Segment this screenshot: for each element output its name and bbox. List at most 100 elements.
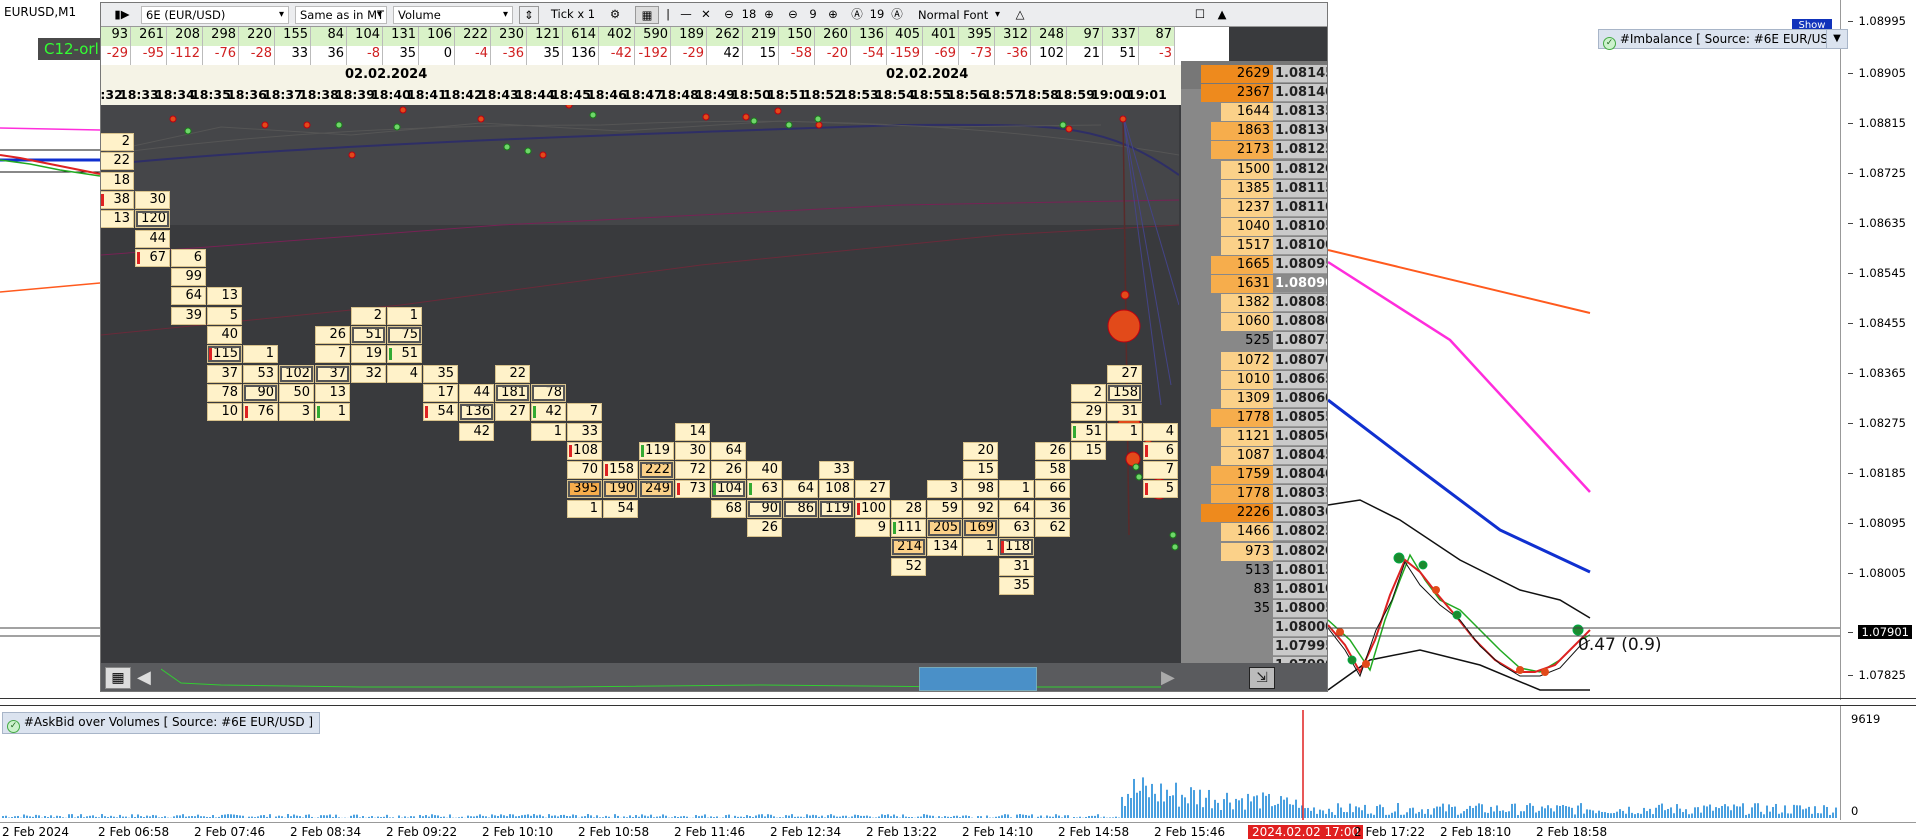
footprint-cell[interactable]: 1: [315, 403, 350, 422]
chart-type-icon[interactable]: ▦: [635, 6, 659, 24]
footprint-cell[interactable]: 214: [891, 538, 926, 557]
footprint-cell[interactable]: 44: [135, 229, 170, 248]
scroll-right-icon[interactable]: ▶: [1161, 667, 1175, 688]
tick-select[interactable]: Tick x 1: [545, 6, 601, 24]
footprint-cell[interactable]: 3: [279, 403, 314, 422]
footprint-cell[interactable]: 10: [207, 403, 242, 422]
footprint-cell[interactable]: 90: [243, 383, 278, 402]
dom-row[interactable]: 831.08010: [1181, 580, 1327, 600]
footprint-cell[interactable]: 64: [999, 499, 1034, 518]
footprint-cell[interactable]: 190: [603, 480, 638, 499]
step2-value[interactable]: 9: [803, 6, 823, 24]
dom-row[interactable]: 9731.08020: [1181, 542, 1327, 562]
footprint-cell[interactable]: 7: [1143, 461, 1178, 480]
footprint-cell[interactable]: 78: [207, 383, 242, 402]
footprint-cell[interactable]: 40: [747, 461, 782, 480]
footprint-cell[interactable]: 1: [567, 499, 602, 518]
dom-row[interactable]: 1.07995: [1181, 638, 1327, 657]
footprint-cell[interactable]: 70: [567, 461, 602, 480]
footprint-cell[interactable]: 22: [101, 152, 134, 171]
dom-row[interactable]: 16651.08095: [1181, 256, 1327, 275]
footprint-cell[interactable]: 67: [135, 248, 170, 267]
footprint-cell[interactable]: 26: [1035, 441, 1070, 460]
footprint-cell[interactable]: 52: [891, 557, 926, 576]
footprint-cell[interactable]: 58: [1035, 461, 1070, 480]
dom-row[interactable]: 5131.08015: [1181, 561, 1327, 581]
instrument-select[interactable]: 6E (EUR/USD): [141, 6, 289, 24]
footprint-cell[interactable]: 1: [963, 538, 998, 557]
dom-row[interactable]: 10101.08065: [1181, 370, 1327, 390]
footprint-cell[interactable]: 59: [927, 499, 962, 518]
dom-row[interactable]: 1.08000: [1181, 618, 1327, 638]
expand-icon[interactable]: ⇲: [1249, 667, 1275, 689]
footprint-cell[interactable]: 38: [101, 190, 134, 209]
footprint-cell[interactable]: 18: [101, 171, 134, 190]
footprint-cell[interactable]: 15: [963, 461, 998, 480]
footprint-cell[interactable]: 7: [315, 345, 350, 364]
footprint-cell[interactable]: 136: [459, 403, 494, 422]
footprint-cell[interactable]: 51: [387, 345, 422, 364]
footprint-cell[interactable]: 108: [819, 480, 854, 499]
footprint-cell[interactable]: 1: [999, 480, 1034, 499]
footprint-cell[interactable]: 1: [387, 306, 422, 325]
footprint-cell[interactable]: 68: [711, 499, 746, 518]
font-size-value[interactable]: 19: [867, 6, 887, 24]
footprint-cell[interactable]: 104: [711, 480, 746, 499]
footprint-cell[interactable]: 26: [747, 519, 782, 537]
dom-row[interactable]: 17781.08035: [1181, 485, 1327, 504]
footprint-cell[interactable]: 27: [855, 480, 890, 499]
footprint-cell[interactable]: 395: [567, 480, 602, 499]
footprint-cell[interactable]: 98: [963, 480, 998, 499]
footprint-cell[interactable]: 37: [207, 364, 242, 383]
footprint-cell[interactable]: 19: [351, 345, 386, 364]
footprint-cell[interactable]: 14: [675, 422, 710, 441]
dom-row[interactable]: 10871.08045: [1181, 447, 1327, 466]
warning-icon[interactable]: △: [1011, 6, 1029, 24]
footprint-cell[interactable]: 249: [639, 480, 674, 499]
dom-row[interactable]: 10401.08105: [1181, 217, 1327, 237]
footprint-cell[interactable]: 111: [891, 519, 926, 537]
footprint-cell[interactable]: 27: [1107, 364, 1142, 383]
footprint-cell[interactable]: 66: [1035, 480, 1070, 499]
footprint-cell[interactable]: 4: [1143, 422, 1178, 441]
close-icon[interactable]: ✕: [697, 6, 715, 24]
maximize-icon[interactable]: ☐: [1191, 6, 1209, 24]
chevron-down-icon[interactable]: ▼: [1826, 29, 1848, 49]
footprint-cell[interactable]: 26: [315, 326, 350, 344]
dom-row[interactable]: 16311.08090: [1181, 275, 1327, 294]
footprint-cell[interactable]: 119: [639, 441, 674, 460]
dom-row[interactable]: 18631.08130: [1181, 122, 1327, 141]
font-smaller-icon[interactable]: Ⓐ: [849, 6, 865, 24]
minus-circle-icon[interactable]: ⊖: [721, 6, 737, 24]
footprint-cell[interactable]: 22: [495, 364, 530, 383]
footprint-cell[interactable]: 20: [963, 441, 998, 460]
footprint-cell[interactable]: 33: [567, 422, 602, 441]
footprint-cell[interactable]: 108: [567, 441, 602, 460]
footprint-cell[interactable]: 5: [207, 306, 242, 325]
footprint-cell[interactable]: 5: [1143, 480, 1178, 499]
footprint-cell[interactable]: 1: [531, 422, 566, 441]
footprint-cell[interactable]: 64: [711, 441, 746, 460]
footprint-cell[interactable]: 63: [747, 480, 782, 499]
footprint-cell[interactable]: 33: [819, 461, 854, 480]
footprint-cell[interactable]: 6: [1143, 441, 1178, 460]
footprint-cell[interactable]: 29: [1071, 403, 1106, 422]
footprint-cell[interactable]: 76: [243, 403, 278, 422]
footprint-cell[interactable]: 2: [1071, 383, 1106, 402]
footprint-cell[interactable]: 13: [315, 383, 350, 402]
dom-row[interactable]: 21731.08125: [1181, 141, 1327, 160]
plus-circle-icon[interactable]: ⊕: [761, 6, 777, 24]
footprint-cell[interactable]: 31: [999, 557, 1034, 576]
footprint-cell[interactable]: 181: [495, 383, 530, 402]
font-larger-icon[interactable]: Ⓐ: [889, 6, 905, 24]
footprint-cell[interactable]: 54: [423, 403, 458, 422]
footprint-cell[interactable]: 1: [1107, 422, 1142, 441]
play-icon[interactable]: ▮▶: [113, 6, 131, 24]
footprint-cell[interactable]: 44: [459, 383, 494, 402]
footprint-cell[interactable]: 15: [1071, 441, 1106, 460]
footprint-cell[interactable]: 27: [495, 403, 530, 422]
footprint-cell[interactable]: 35: [999, 576, 1034, 595]
footprint-cell[interactable]: 51: [351, 326, 386, 344]
footprint-cell[interactable]: 4: [387, 364, 422, 383]
footprint-cell[interactable]: 42: [531, 403, 566, 422]
